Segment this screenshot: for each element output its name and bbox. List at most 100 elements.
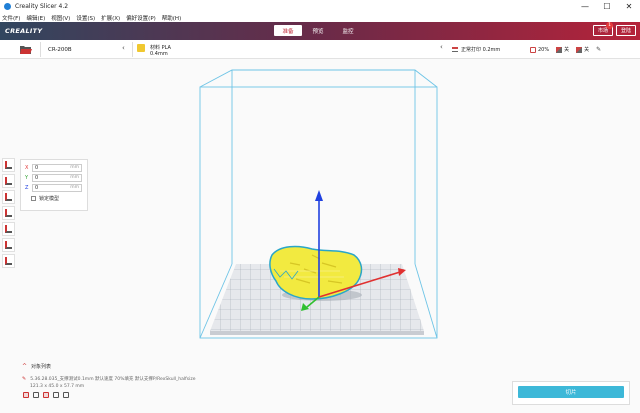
nozzle-size: 0.4mm bbox=[150, 51, 168, 57]
slice-button[interactable]: 切片 bbox=[518, 386, 624, 398]
rotate-tool-button[interactable] bbox=[2, 190, 15, 204]
cube-front-icon[interactable] bbox=[53, 392, 59, 398]
profile-name: 正常打印 0.2mm bbox=[461, 47, 501, 53]
notification-badge: 1 bbox=[606, 22, 613, 29]
x-label: X bbox=[25, 164, 29, 171]
support-value: 关 bbox=[564, 47, 570, 53]
lock-model-checkbox[interactable] bbox=[31, 196, 36, 201]
left-toolbar bbox=[2, 158, 16, 270]
3d-viewport[interactable] bbox=[0, 59, 640, 413]
rotate-icon bbox=[5, 193, 12, 201]
cube-icon[interactable] bbox=[23, 392, 29, 398]
move-icon bbox=[5, 161, 12, 169]
cube-side-icon[interactable] bbox=[63, 392, 69, 398]
account-area: 市场 登陆 bbox=[590, 25, 636, 36]
minimize-button[interactable]: — bbox=[574, 0, 596, 13]
object-list-item[interactable]: ✎ 5.36.28.035_支撑测试0.1mm 默认速度 70%填充 默认支撑P… bbox=[22, 376, 282, 382]
mirror-tool-button[interactable] bbox=[2, 206, 15, 220]
move-panel: X 0 mm Y 0 mm Z 0 mm 锁定模型 bbox=[20, 159, 88, 211]
y-label: Y bbox=[25, 174, 29, 181]
print-profile-selector[interactable]: 正常打印 0.2mm bbox=[452, 43, 500, 56]
object-list-title: 对象列表 bbox=[31, 364, 52, 370]
slice-panel: 切片 bbox=[512, 381, 630, 405]
creality-logo: CREALITY bbox=[5, 27, 43, 35]
adhesion-icon bbox=[576, 46, 583, 53]
object-list: ^ 对象列表 ✎ 5.36.28.035_支撑测试0.1mm 默认速度 70%填… bbox=[22, 363, 282, 411]
chevron-up-icon: ^ bbox=[22, 363, 28, 370]
close-button[interactable]: ✕ bbox=[618, 0, 640, 13]
menu-settings[interactable]: 设置(S) bbox=[76, 14, 95, 22]
menu-preferences[interactable]: 偏好设置(P) bbox=[126, 14, 156, 22]
object-actions bbox=[23, 392, 282, 398]
menu-bar: 文件(F) 编辑(E) 视图(V) 设置(S) 扩展(X) 偏好设置(P) 帮助… bbox=[0, 13, 640, 22]
login-button[interactable]: 登陆 bbox=[615, 25, 636, 36]
infill-value: 20% bbox=[538, 46, 550, 53]
lay-flat-icon bbox=[5, 257, 12, 265]
tab-prepare[interactable]: 准备 bbox=[274, 25, 302, 36]
cube-outline-icon[interactable] bbox=[33, 392, 39, 398]
scale-tool-button[interactable] bbox=[2, 174, 15, 188]
tab-monitor[interactable]: 监控 bbox=[334, 25, 362, 36]
x-value: 0 bbox=[35, 164, 39, 171]
material-selector[interactable]: 材料 PLA 0.4mm ‹ bbox=[137, 42, 449, 57]
profile-icon bbox=[452, 47, 458, 52]
scale-icon bbox=[5, 177, 12, 185]
menu-view[interactable]: 视图(V) bbox=[51, 14, 70, 22]
cube-red-icon[interactable] bbox=[43, 392, 49, 398]
chevron-left-icon: ‹ bbox=[440, 43, 443, 51]
toolbar-divider bbox=[40, 42, 41, 57]
header-banner: CREALITY 准备 预览 监控 市场 登陆 1 bbox=[0, 22, 640, 40]
printer-toolbar: CR-200B ‹ 材料 PLA 0.4mm ‹ 正常打印 0.2mm 20% … bbox=[0, 40, 640, 59]
z-axis-arrow bbox=[315, 190, 323, 201]
printer-name: CR-200B bbox=[48, 46, 72, 53]
material-name: 材料 PLA bbox=[150, 45, 171, 51]
menu-edit[interactable]: 编辑(E) bbox=[26, 14, 45, 22]
y-row: Y 0 mm bbox=[25, 173, 83, 182]
lock-model-row[interactable]: 锁定模型 bbox=[25, 195, 83, 202]
move-tool-button[interactable] bbox=[2, 158, 15, 172]
z-row: Z 0 mm bbox=[25, 183, 83, 192]
z-unit: mm bbox=[70, 185, 79, 190]
x-input[interactable]: 0 mm bbox=[32, 163, 82, 172]
support-blocker-icon bbox=[5, 241, 12, 249]
print-settings-summary[interactable]: 20% 关 关 ✎ bbox=[530, 43, 601, 56]
maximize-button[interactable]: ☐ bbox=[596, 0, 618, 13]
z-value: 0 bbox=[35, 184, 39, 191]
toolbar-divider bbox=[132, 42, 133, 57]
lay-flat-button[interactable] bbox=[2, 254, 15, 268]
mirror-icon bbox=[5, 209, 12, 217]
open-file-button[interactable] bbox=[16, 43, 36, 56]
window-title: Creality Slicer 4.2 bbox=[15, 3, 69, 10]
object-dimensions: 121.3 x 45.0 x 57.7 mm bbox=[30, 384, 85, 389]
object-file-name: 5.36.28.035_支撑测试0.1mm 默认速度 70%填充 默认支撑P/R… bbox=[30, 377, 196, 382]
z-label: Z bbox=[25, 184, 29, 191]
y-value: 0 bbox=[35, 174, 39, 181]
tab-preview[interactable]: 预览 bbox=[304, 25, 332, 36]
menu-file[interactable]: 文件(F) bbox=[2, 14, 20, 22]
build-plate-scene[interactable] bbox=[0, 59, 640, 413]
chevron-left-icon: ‹ bbox=[122, 44, 125, 52]
menu-help[interactable]: 帮助(H) bbox=[162, 14, 181, 22]
window-controls: — ☐ ✕ bbox=[574, 0, 640, 13]
title-bar: Creality Slicer 4.2 — ☐ ✕ bbox=[0, 0, 640, 13]
support-blocker-button[interactable] bbox=[2, 238, 15, 252]
material-icon bbox=[137, 44, 145, 52]
adhesion-value: 关 bbox=[584, 47, 590, 53]
lock-model-label: 锁定模型 bbox=[39, 196, 60, 202]
x-row: X 0 mm bbox=[25, 163, 83, 172]
folder-icon bbox=[20, 45, 32, 54]
y-input[interactable]: 0 mm bbox=[32, 173, 82, 182]
per-model-settings-icon bbox=[5, 225, 12, 233]
menu-extensions[interactable]: 扩展(X) bbox=[101, 14, 120, 22]
infill-icon bbox=[530, 46, 536, 53]
z-input[interactable]: 0 mm bbox=[32, 183, 82, 192]
support-icon bbox=[556, 46, 563, 53]
per-model-settings-button[interactable] bbox=[2, 222, 15, 236]
stage-tabs: 准备 预览 监控 bbox=[274, 25, 364, 36]
edit-icon[interactable]: ✎ bbox=[596, 46, 601, 53]
y-unit: mm bbox=[70, 175, 79, 180]
x-unit: mm bbox=[70, 165, 79, 170]
object-list-toggle[interactable]: ^ 对象列表 bbox=[22, 363, 282, 370]
printer-selector[interactable]: CR-200B ‹ bbox=[42, 43, 130, 56]
build-plate-edge bbox=[210, 331, 424, 335]
